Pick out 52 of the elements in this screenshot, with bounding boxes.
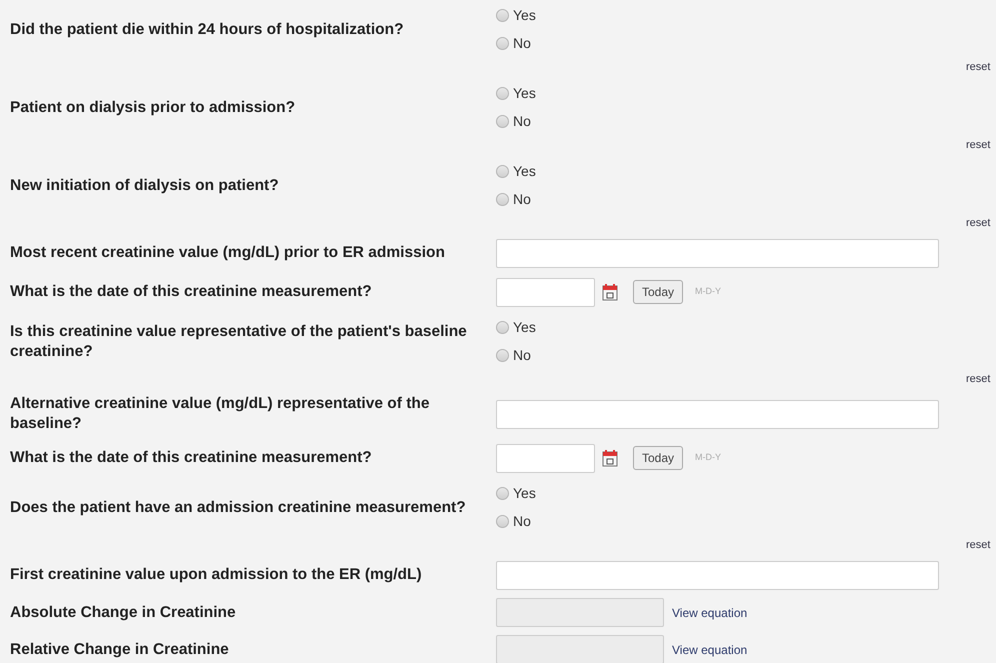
calendar-icon[interactable] — [602, 284, 618, 300]
option-label: Yes — [513, 162, 536, 180]
calculated-field[interactable] — [496, 598, 664, 627]
option-label: No — [513, 190, 531, 208]
date-input[interactable] — [496, 444, 595, 472]
question-label: Does the patient have an admission creatinine measurement? — [10, 498, 466, 518]
text-input[interactable] — [496, 400, 939, 428]
question-label: Absolute Change in Creatinine — [10, 602, 236, 622]
question-label: Patient on dialysis prior to admission? — [10, 98, 296, 118]
radio-button[interactable] — [496, 164, 509, 178]
question-label: What is the date of this creatinine measurement? — [10, 448, 372, 468]
question-label: What is the date of this creatinine measurement? — [10, 282, 372, 302]
radio-button[interactable] — [496, 348, 509, 362]
calculated-field[interactable] — [496, 635, 664, 663]
option-label: Yes — [513, 84, 536, 102]
option-label: Yes — [513, 6, 536, 24]
option-label: Yes — [513, 318, 536, 336]
text-input[interactable] — [496, 560, 939, 590]
radio-button[interactable] — [496, 514, 509, 528]
calendar-icon[interactable] — [602, 450, 618, 466]
question-label: Did the patient die within 24 hours of hospitalization? — [10, 20, 404, 40]
today-button[interactable]: Today — [633, 280, 684, 304]
option-label: No — [513, 34, 531, 52]
option-label: No — [513, 512, 531, 530]
question-label: First creatinine value upon admission to the ER (mg/dL) — [10, 565, 422, 585]
view-equation-link[interactable]: View equation — [672, 640, 748, 658]
today-button[interactable]: Today — [633, 446, 684, 470]
question-label: New initiation of dialysis on patient? — [10, 176, 279, 196]
radio-button[interactable] — [496, 320, 509, 334]
view-equation-link[interactable]: View equation — [672, 604, 748, 622]
reset-link[interactable]: reset — [966, 136, 990, 153]
radio-button[interactable] — [496, 486, 509, 500]
date-format-hint: M-D-Y — [695, 285, 722, 298]
radio-button[interactable] — [496, 36, 509, 50]
text-input[interactable] — [496, 238, 939, 268]
question-label: Relative Change in Creatinine — [10, 640, 229, 660]
date-input[interactable] — [496, 278, 595, 306]
radio-button[interactable] — [496, 86, 509, 100]
radio-button[interactable] — [496, 8, 509, 22]
question-label: Alternative creatinine value (mg/dL) representative of the baseline? — [10, 394, 430, 434]
reset-link[interactable]: reset — [966, 370, 990, 387]
reset-link[interactable]: reset — [966, 214, 990, 231]
question-label: Is this creatinine value representative of the patient's baseline creatinine? — [10, 322, 468, 362]
radio-button[interactable] — [496, 192, 509, 206]
option-label: Yes — [513, 484, 536, 502]
date-format-hint: M-D-Y — [695, 451, 722, 464]
option-label: No — [513, 112, 531, 130]
reset-link[interactable]: reset — [966, 58, 990, 75]
question-label: Most recent creatinine value (mg/dL) prior to ER admission — [10, 243, 445, 263]
reset-link[interactable]: reset — [966, 536, 990, 553]
radio-button[interactable] — [496, 114, 509, 128]
option-label: No — [513, 346, 531, 364]
